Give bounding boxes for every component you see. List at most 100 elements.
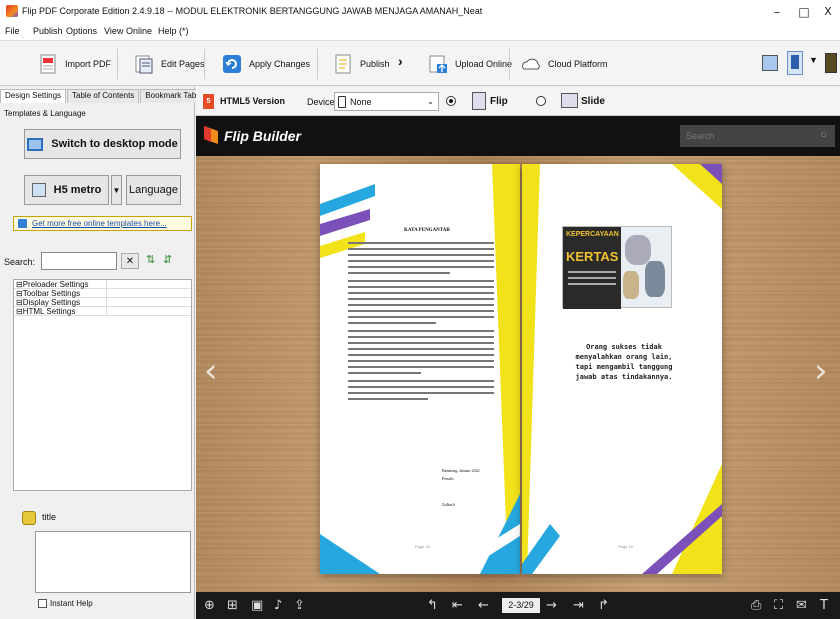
next-page-arrow-icon[interactable]: › xyxy=(814,351,828,391)
switch-desktop-button[interactable]: Switch to desktop mode xyxy=(24,129,181,159)
zoom-icon[interactable]: ⊕ xyxy=(204,598,215,613)
upload-online-button[interactable]: Upload Online xyxy=(427,49,512,79)
flip-label: Flip xyxy=(490,96,508,107)
download-icon xyxy=(18,219,27,228)
closing-role: Penulis xyxy=(442,476,454,481)
poster-title: KEPERCAYAAN xyxy=(566,231,619,238)
menu-view[interactable]: View xyxy=(104,26,123,36)
toolbar-settings-row[interactable]: ⊟Toolbar Settings xyxy=(14,289,191,298)
last-page-icon[interactable]: ↱ xyxy=(598,598,609,613)
text-icon[interactable]: T xyxy=(820,598,828,613)
html5-icon: 5 xyxy=(203,94,214,109)
tab-table-of-contents[interactable]: Table of Contents xyxy=(67,89,140,103)
menu-publish[interactable]: Publish xyxy=(33,26,63,36)
email-icon[interactable]: ✉ xyxy=(796,598,807,613)
import-pdf-button[interactable]: Import PDF xyxy=(37,49,111,79)
page-number: Page 19 xyxy=(618,544,633,549)
help-icon xyxy=(22,511,36,525)
checkbox-box xyxy=(38,599,47,608)
bookmark-icon[interactable]: ▣ xyxy=(251,598,263,613)
help-title: title xyxy=(42,512,57,522)
brand-name: Flip Builder xyxy=(224,128,301,144)
monitor-icon xyxy=(27,137,44,151)
minimize-button[interactable]: – xyxy=(764,3,790,21)
slide-radio[interactable] xyxy=(536,96,546,106)
title-bar: Flip PDF Corporate Edition 2.4.9.18 -- M… xyxy=(0,0,840,24)
menu-file[interactable]: File xyxy=(5,26,20,36)
left-panel: Design Settings Table of Contents Bookma… xyxy=(0,87,206,619)
chevron-right-icon: › xyxy=(398,53,403,69)
settings-grid: ⊟Preloader Settings ⊟Toolbar Settings ⊟D… xyxy=(13,279,192,491)
window-title: Flip PDF Corporate Edition 2.4.9.18 -- M… xyxy=(22,6,483,16)
view-dropdown-icon[interactable]: ▼ xyxy=(809,55,818,65)
poster-title: KERTAS xyxy=(566,249,619,264)
print-icon[interactable]: ⎙ xyxy=(751,598,761,613)
preloader-settings-row[interactable]: ⊟Preloader Settings xyxy=(14,280,191,289)
publish-button[interactable]: Publish xyxy=(332,49,390,79)
flip-icon xyxy=(472,92,486,110)
viewer-header: Flip Builder ○ xyxy=(196,116,840,156)
search-icon[interactable]: ○ xyxy=(820,127,827,141)
device-select[interactable]: None ⌄ xyxy=(334,92,439,111)
prev-page-icon[interactable]: ← xyxy=(478,598,489,613)
toolbar-separator xyxy=(317,49,318,79)
panel-tabs: Design Settings Table of Contents Bookma… xyxy=(0,89,206,103)
prev-page-arrow-icon[interactable]: ‹ xyxy=(204,351,218,391)
more-templates-link[interactable]: Get more free online templates here... xyxy=(13,216,192,231)
flip-radio[interactable] xyxy=(446,96,456,106)
app-icon xyxy=(6,5,18,17)
next-chapter-icon[interactable]: ⇥ xyxy=(573,598,584,613)
fullscreen-icon[interactable]: ⛶ xyxy=(774,598,783,613)
slide-icon xyxy=(561,93,578,108)
phone-view-icon[interactable] xyxy=(825,53,837,73)
slide-label: Slide xyxy=(581,96,605,107)
maximize-button[interactable]: □ xyxy=(791,3,817,21)
sound-icon[interactable]: ♪ xyxy=(274,598,282,613)
body-text xyxy=(348,238,494,404)
right-page: KEPERCAYAAN KERTAS Orang sukses tidak me… xyxy=(522,164,722,574)
viewer-bottom-toolbar: ⊕ ⊞ ▣ ♪ ⇪ ↰ ⇤ ← 2-3/29 → ⇥ ↱ ⎙ ⛶ ✉ T xyxy=(196,592,840,619)
next-page-icon[interactable]: → xyxy=(546,598,557,613)
closing-name: Zulkarli xyxy=(442,502,455,507)
display-settings-row[interactable]: ⊟Display Settings xyxy=(14,298,191,307)
template-dropdown-icon[interactable]: ▼ xyxy=(111,175,122,205)
page-indicator-input[interactable]: 2-3/29 xyxy=(502,598,540,613)
quote-text: Orang sukses tidak menyalahkan orang lai… xyxy=(575,343,673,381)
poster-image: KEPERCAYAAN KERTAS xyxy=(562,226,672,309)
page-number: Page 18 xyxy=(415,544,430,549)
prev-chapter-icon[interactable]: ⇤ xyxy=(452,598,463,613)
first-page-icon[interactable]: ↰ xyxy=(427,598,438,613)
viewer-search-input[interactable] xyxy=(680,125,835,147)
sort-az-icon[interactable]: ⇅ xyxy=(146,253,155,266)
share-icon[interactable]: ⇪ xyxy=(294,598,305,613)
publish-icon xyxy=(332,53,354,75)
edit-pages-button[interactable]: Edit Pages xyxy=(133,49,205,79)
apply-changes-button[interactable]: Apply Changes xyxy=(221,49,310,79)
left-page: KATA PENGANTAR Bantaeng, Januari 2022 Pe… xyxy=(320,164,520,574)
search-input[interactable] xyxy=(41,252,117,270)
menu-online[interactable]: Online xyxy=(126,26,152,36)
instant-help-checkbox[interactable]: Instant Help xyxy=(38,599,93,608)
tablet-view-icon[interactable] xyxy=(787,51,803,75)
html-settings-row[interactable]: ⊟HTML Settings xyxy=(14,307,191,316)
menu-options[interactable]: Options xyxy=(66,26,97,36)
clear-search-icon[interactable]: ✕ xyxy=(121,253,139,269)
template-select-button[interactable]: H5 metro xyxy=(24,175,109,205)
group-label: Templates & Language xyxy=(4,109,90,118)
sort-za-icon[interactable]: ⇵ xyxy=(163,253,172,266)
menu-bar: File Publish Options View Online Help (*… xyxy=(0,24,840,40)
desktop-view-icon[interactable] xyxy=(762,55,778,71)
cloud-platform-button[interactable]: Cloud Platform xyxy=(520,49,608,79)
phone-icon xyxy=(338,95,346,108)
language-button[interactable]: Language xyxy=(126,175,181,205)
tab-design-settings[interactable]: Design Settings xyxy=(0,89,67,103)
preview-controls: 5 HTML5 Version Device: None ⌄ Flip Slid… xyxy=(196,87,840,116)
flipbuilder-logo-icon xyxy=(204,126,218,144)
close-button[interactable]: X xyxy=(815,3,840,21)
help-textarea[interactable] xyxy=(35,531,191,593)
thumbnails-icon[interactable]: ⊞ xyxy=(227,598,238,613)
menu-help[interactable]: Help (*) xyxy=(158,26,189,36)
page-heading: KATA PENGANTAR xyxy=(404,228,450,233)
toolbar-separator xyxy=(509,49,510,79)
closing-city: Bantaeng, Januari 2022 xyxy=(442,468,480,473)
